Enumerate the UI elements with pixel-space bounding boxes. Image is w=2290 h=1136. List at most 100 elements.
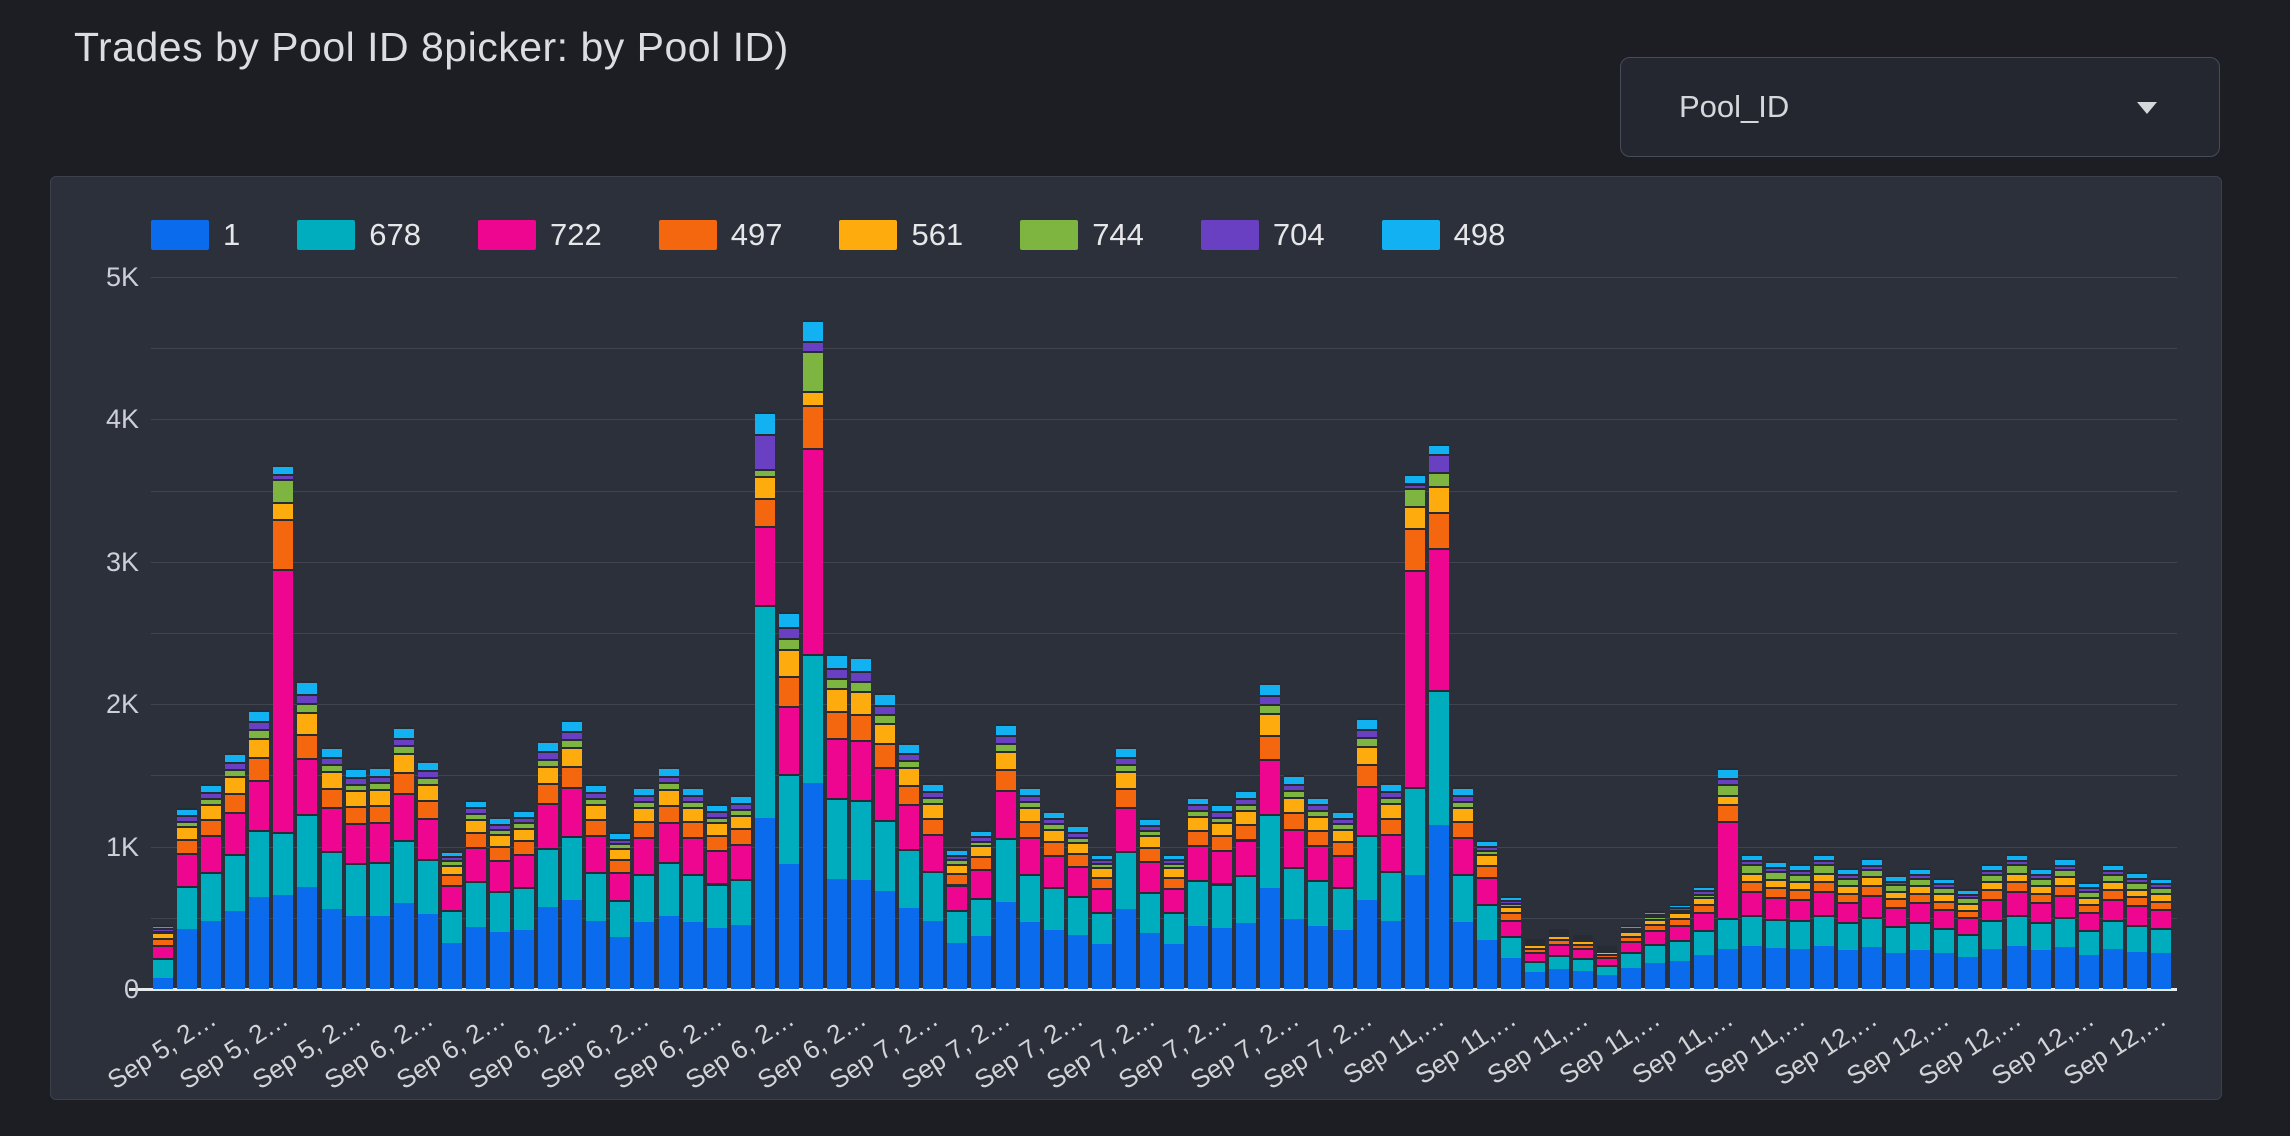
- bar-segment-497[interactable]: [2007, 881, 2027, 891]
- bar-segment-678[interactable]: [1886, 926, 1906, 952]
- bar-segment-704[interactable]: [1838, 874, 1858, 878]
- legend-item[interactable]: 497: [659, 217, 783, 253]
- bar-segment-704[interactable]: [466, 807, 486, 813]
- bar-segment-1[interactable]: [1645, 963, 1665, 989]
- bar-segment-722[interactable]: [1116, 807, 1136, 851]
- bar-segment-704[interactable]: [490, 824, 510, 829]
- bar-segment-561[interactable]: [1645, 919, 1665, 924]
- bar-segment-678[interactable]: [1597, 965, 1617, 975]
- bar-segment-722[interactable]: [466, 847, 486, 881]
- stacked-bar[interactable]: [683, 787, 703, 989]
- bar-segment-561[interactable]: [1982, 881, 2002, 889]
- bar-segment-561[interactable]: [1284, 797, 1304, 812]
- bar-segment-704[interactable]: [1501, 900, 1521, 903]
- bar-segment-722[interactable]: [2055, 895, 2075, 917]
- bar-segment-744[interactable]: [947, 859, 967, 863]
- bar-segment-722[interactable]: [851, 740, 871, 800]
- bar-segment-678[interactable]: [923, 871, 943, 921]
- bar-segment-498[interactable]: [634, 787, 654, 795]
- legend-item[interactable]: 561: [839, 217, 963, 253]
- bar-segment-722[interactable]: [1862, 895, 1882, 917]
- stacked-bar[interactable]: [490, 817, 510, 989]
- bar-segment-678[interactable]: [153, 958, 173, 978]
- bar-segment-722[interactable]: [442, 885, 462, 910]
- bar-segment-744[interactable]: [1381, 797, 1401, 803]
- stacked-bar[interactable]: [610, 832, 630, 989]
- stacked-bar[interactable]: [1814, 854, 1834, 989]
- bar-segment-561[interactable]: [201, 804, 221, 818]
- bar-segment-497[interactable]: [779, 676, 799, 706]
- stacked-bar[interactable]: [947, 849, 967, 989]
- bar-segment-744[interactable]: [1814, 864, 1834, 872]
- bar-segment-561[interactable]: [1958, 903, 1978, 910]
- bar-segment-722[interactable]: [1525, 952, 1545, 961]
- stacked-bar[interactable]: [1742, 854, 1762, 989]
- bar-segment-1[interactable]: [2055, 947, 2075, 989]
- bar-segment-497[interactable]: [923, 818, 943, 835]
- bar-segment-1[interactable]: [418, 914, 438, 989]
- bar-segment-678[interactable]: [2079, 930, 2099, 955]
- bar-segment-497[interactable]: [1284, 812, 1304, 829]
- bar-segment-561[interactable]: [1260, 713, 1280, 734]
- bar-segment-704[interactable]: [1405, 484, 1425, 488]
- bar-segment-678[interactable]: [1044, 887, 1064, 930]
- bar-segment-497[interactable]: [1790, 889, 1810, 898]
- bar-segment-561[interactable]: [1790, 881, 1810, 889]
- bar-segment-678[interactable]: [2007, 915, 2027, 946]
- stacked-bar[interactable]: [394, 727, 414, 989]
- bar-segment-678[interactable]: [322, 851, 342, 909]
- stacked-bar[interactable]: [1188, 797, 1208, 989]
- bar-segment-722[interactable]: [1934, 909, 1954, 928]
- bar-segment-498[interactable]: [442, 851, 462, 856]
- bar-segment-497[interactable]: [1357, 764, 1377, 786]
- bar-segment-678[interactable]: [1838, 922, 1858, 950]
- bar-segment-744[interactable]: [490, 829, 510, 834]
- bar-segment-498[interactable]: [707, 804, 727, 811]
- bar-segment-722[interactable]: [586, 835, 606, 872]
- bar-segment-722[interactable]: [153, 945, 173, 958]
- bar-segment-678[interactable]: [1862, 917, 1882, 947]
- stacked-bar[interactable]: [851, 657, 871, 989]
- stacked-bar[interactable]: [1068, 825, 1088, 989]
- bar-segment-678[interactable]: [1501, 936, 1521, 958]
- bar-segment-678[interactable]: [1694, 930, 1714, 955]
- bar-segment-1[interactable]: [201, 921, 221, 989]
- bar-segment-722[interactable]: [249, 780, 269, 830]
- bar-segment-498[interactable]: [1862, 858, 1882, 865]
- bar-segment-1[interactable]: [1164, 944, 1184, 989]
- bar-segment-704[interactable]: [1670, 907, 1690, 910]
- bar-segment-498[interactable]: [177, 808, 197, 815]
- bar-segment-744[interactable]: [538, 759, 558, 766]
- bar-segment-722[interactable]: [610, 872, 630, 900]
- bar-segment-561[interactable]: [827, 688, 847, 711]
- bar-segment-704[interactable]: [586, 792, 606, 798]
- stacked-bar[interactable]: [2007, 854, 2027, 989]
- bar-segment-744[interactable]: [225, 769, 245, 776]
- bar-segment-1[interactable]: [1742, 946, 1762, 989]
- stacked-bar[interactable]: [1910, 868, 1930, 989]
- bar-segment-561[interactable]: [996, 751, 1016, 770]
- bar-segment-678[interactable]: [947, 910, 967, 943]
- bar-segment-1[interactable]: [923, 921, 943, 989]
- bar-segment-704[interactable]: [273, 474, 293, 480]
- bar-segment-1[interactable]: [1814, 946, 1834, 989]
- bar-segment-497[interactable]: [1333, 841, 1353, 855]
- bar-segment-744[interactable]: [659, 782, 679, 789]
- bar-segment-704[interactable]: [1694, 890, 1714, 893]
- bar-segment-1[interactable]: [610, 937, 630, 989]
- bar-segment-678[interactable]: [490, 891, 510, 932]
- bar-segment-1[interactable]: [755, 818, 775, 989]
- bar-segment-498[interactable]: [514, 810, 534, 817]
- bar-segment-1[interactable]: [1429, 825, 1449, 989]
- bar-segment-722[interactable]: [1501, 920, 1521, 937]
- bar-segment-744[interactable]: [803, 351, 823, 391]
- bar-segment-561[interactable]: [1742, 873, 1762, 882]
- bar-segment-678[interactable]: [755, 605, 775, 819]
- bar-segment-498[interactable]: [1766, 861, 1786, 867]
- bar-segment-678[interactable]: [201, 872, 221, 921]
- bar-segment-678[interactable]: [2031, 922, 2051, 950]
- bar-segment-498[interactable]: [1910, 868, 1930, 874]
- bar-segment-722[interactable]: [1260, 759, 1280, 814]
- bar-segment-561[interactable]: [418, 784, 438, 800]
- bar-segment-561[interactable]: [707, 822, 727, 835]
